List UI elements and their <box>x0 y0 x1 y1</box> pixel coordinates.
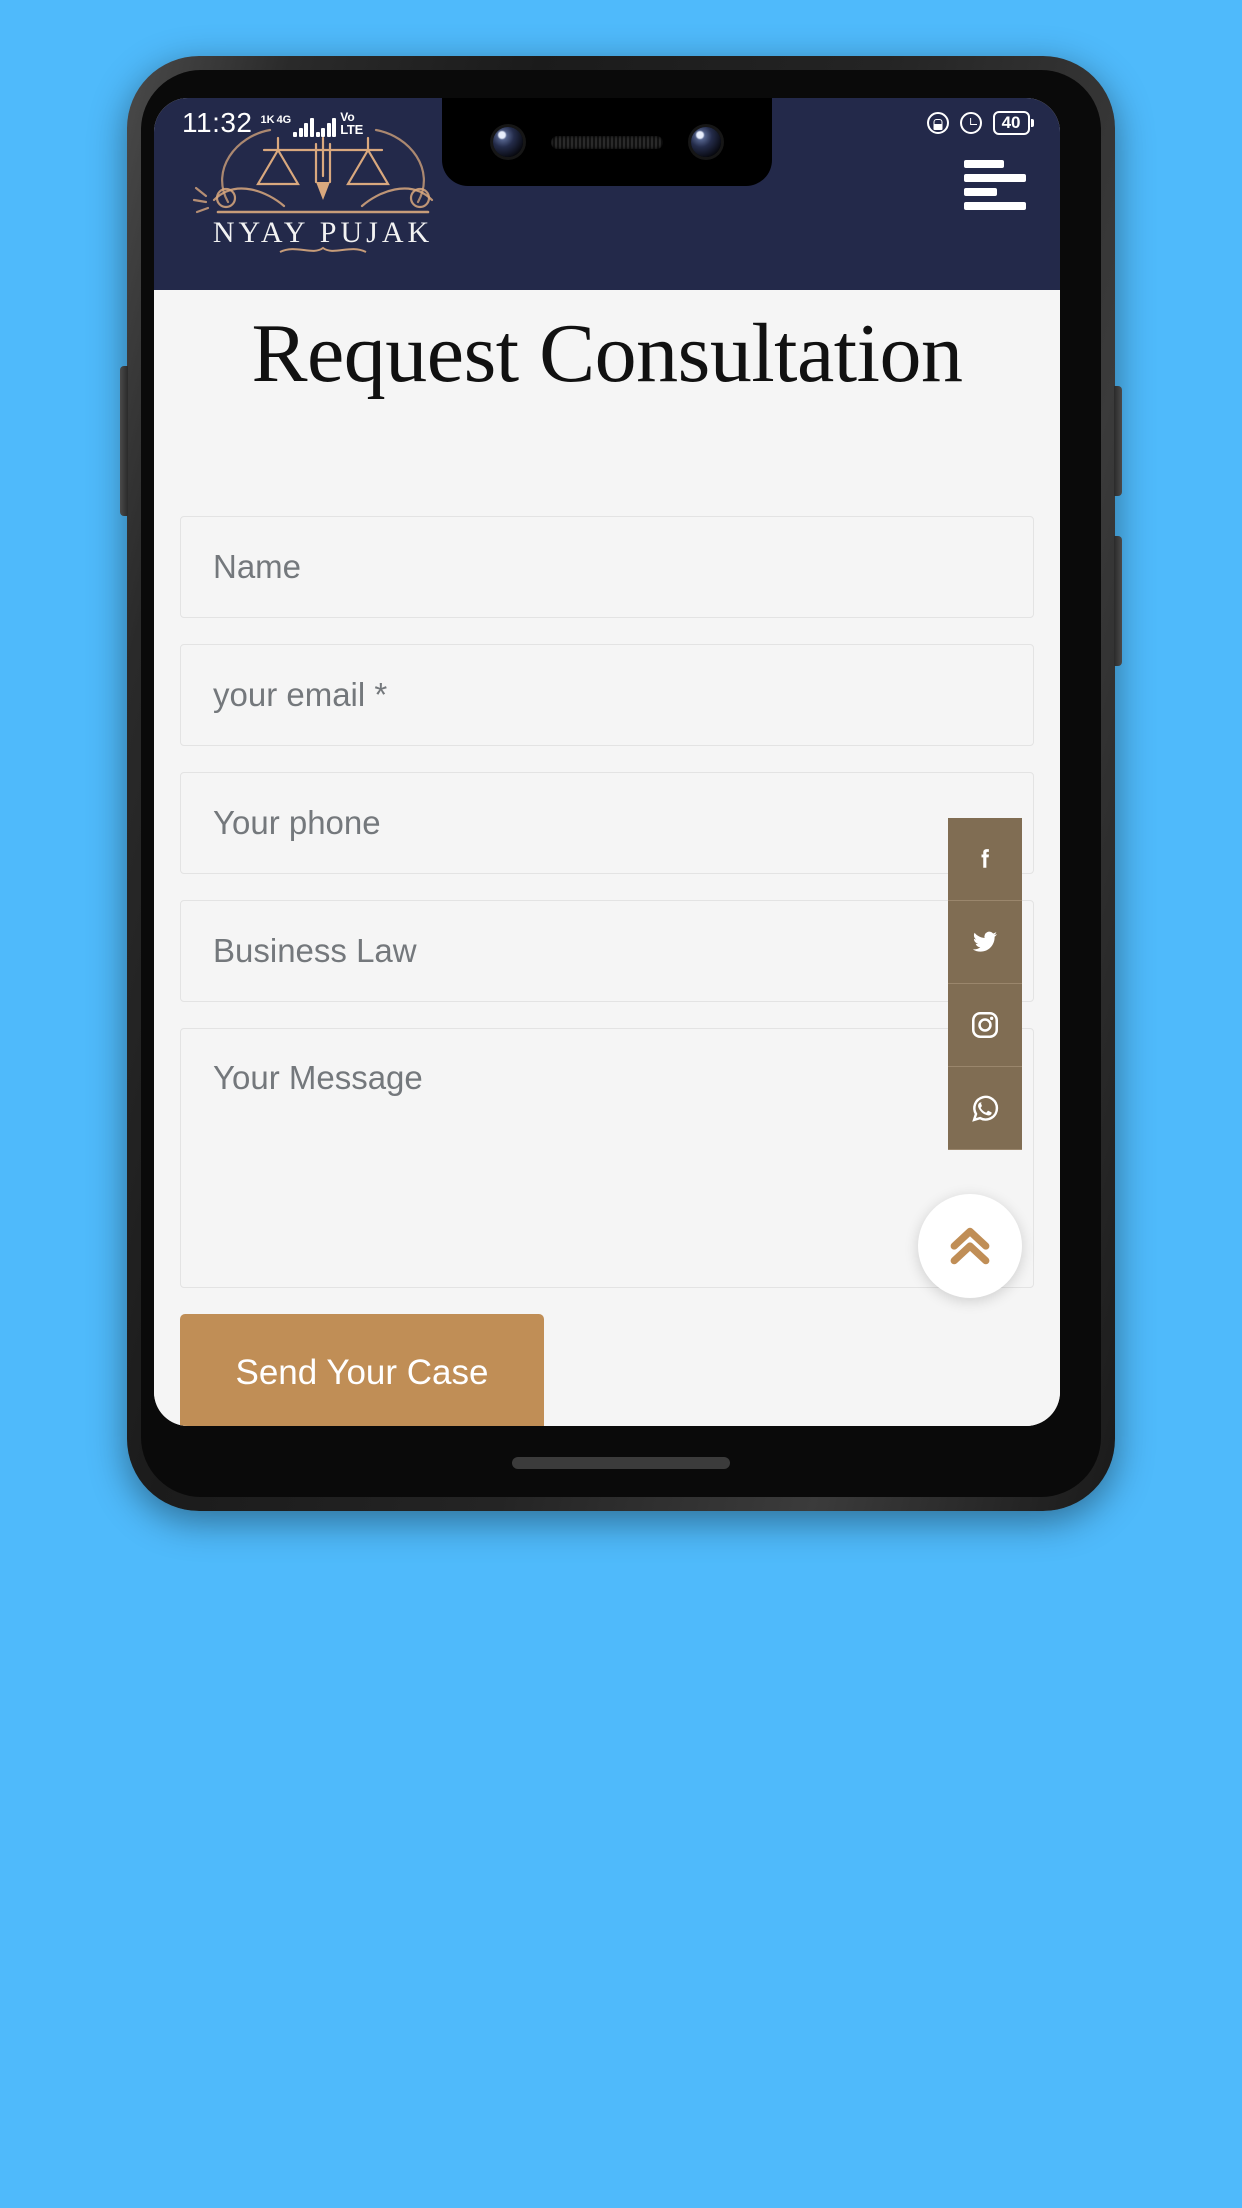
menu-bar-4 <box>964 202 1026 210</box>
send-your-case-button[interactable]: Send Your Case <box>180 1314 544 1426</box>
menu-bar-3 <box>964 188 998 196</box>
page-title: Request Consultation <box>251 307 963 400</box>
battery-indicator: 40 <box>992 111 1034 135</box>
front-camera-icon <box>493 127 523 157</box>
phone-input[interactable]: Your phone <box>180 772 1034 874</box>
phone-input-placeholder: Your phone <box>213 804 381 841</box>
volte-bottom-label: LTE <box>340 122 363 137</box>
power-button[interactable] <box>1114 386 1122 496</box>
email-input-placeholder: your email * <box>213 676 388 713</box>
scroll-to-top-button[interactable] <box>918 1194 1022 1298</box>
svg-text:NYAY PUJAK: NYAY PUJAK <box>213 216 433 249</box>
twitter-link[interactable] <box>948 901 1022 984</box>
rotation-lock-icon <box>926 112 949 134</box>
practice-area-select[interactable]: Business Law <box>180 900 1034 1002</box>
signal-strength-sim1-icon <box>293 117 314 137</box>
practice-area-selected-value: Business Law <box>213 932 417 969</box>
social-links-rail <box>948 818 1022 1150</box>
menu-bar-1 <box>964 160 1004 168</box>
message-textarea[interactable]: Your Message <box>180 1028 1034 1288</box>
consultation-form: Name your email * Your phone Business La… <box>154 516 1060 1426</box>
earpiece-speaker-icon <box>551 135 663 149</box>
facebook-icon <box>981 849 989 868</box>
phone-screen: NYAY PUJAK 11:32 1K 4G Vo LTE 40 Request… <box>154 98 1060 1426</box>
phone-device-frame: NYAY PUJAK 11:32 1K 4G Vo LTE 40 Request… <box>120 56 1122 1511</box>
status-bar-right: 40 <box>926 111 1034 135</box>
app-header: NYAY PUJAK 11:32 1K 4G Vo LTE 40 <box>154 98 1060 290</box>
battery-percent-label: 40 <box>992 111 1030 135</box>
name-input[interactable]: Name <box>180 516 1034 618</box>
page-body: Request Consultation Name your email * Y… <box>154 290 1060 1426</box>
whatsapp-icon <box>971 1095 998 1122</box>
secondary-camera-icon <box>691 127 721 157</box>
name-input-placeholder: Name <box>213 548 302 585</box>
status-bar-left: 11:32 1K 4G Vo LTE <box>182 109 363 137</box>
hamburger-menu-icon[interactable] <box>964 160 1026 210</box>
whatsapp-link[interactable] <box>948 1067 1022 1150</box>
double-chevron-up-icon <box>950 1227 990 1265</box>
home-indicator-bar[interactable] <box>512 1457 730 1469</box>
network-speed-label: 1K <box>260 114 275 126</box>
menu-bar-2 <box>964 174 1026 182</box>
network-indicators: 1K 4G Vo LTE <box>261 111 363 137</box>
twitter-icon <box>972 931 997 952</box>
network-type-label: 4G <box>276 114 292 126</box>
signal-strength-sim2-icon <box>315 117 337 137</box>
display-notch <box>442 98 772 186</box>
alarm-clock-icon <box>959 112 982 134</box>
facebook-link[interactable] <box>948 818 1022 901</box>
status-time: 11:32 <box>182 107 253 138</box>
instagram-link[interactable] <box>948 984 1022 1067</box>
instagram-icon <box>972 1012 999 1039</box>
silent-switch-button[interactable] <box>120 366 128 516</box>
message-textarea-placeholder: Your Message <box>213 1059 423 1096</box>
email-input[interactable]: your email * <box>180 644 1034 746</box>
volume-button[interactable] <box>1114 536 1122 666</box>
volte-indicator: Vo LTE <box>340 111 363 136</box>
battery-tip <box>1031 119 1034 127</box>
